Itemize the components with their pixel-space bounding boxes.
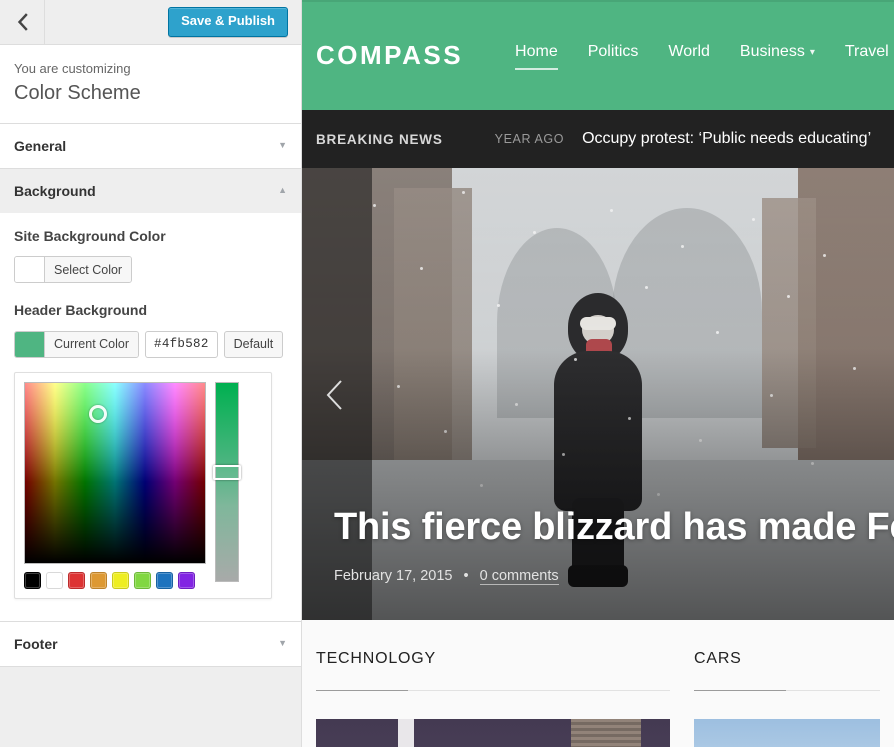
hero-content: This fierce blizzard has made February s… — [334, 503, 894, 585]
breaking-news-headline[interactable]: Occupy protest: ‘Public needs educating’ — [582, 130, 871, 148]
hero-slider: This fierce blizzard has made February s… — [302, 168, 894, 620]
section-cars-title[interactable]: CARS — [694, 650, 880, 690]
palette-swatch-purple[interactable] — [178, 571, 195, 589]
chevron-up-icon: ▲ — [278, 185, 287, 195]
breaking-news-label: BREAKING NEWS — [316, 131, 443, 147]
chevron-down-icon: ▼ — [278, 140, 287, 150]
section-general-title: General — [14, 137, 67, 154]
site-logo[interactable]: COMPASS — [316, 40, 463, 71]
section-general: General ▼ — [0, 123, 301, 169]
control-header-background: Header Background Current Color #4fb582 … — [14, 301, 287, 599]
breaking-news-bar: BREAKING NEWS YEAR AGO Occupy protest: ‘… — [302, 110, 894, 168]
current-color-label: Current Color — [45, 331, 139, 357]
nav-item-politics-label: Politics — [587, 43, 639, 60]
save-and-publish-button[interactable]: Save & Publish — [168, 7, 288, 37]
breaking-news-time-left: YEAR AGO — [494, 132, 565, 146]
customizing-label: You are customizing — [14, 61, 131, 76]
section-general-header[interactable]: General ▼ — [0, 124, 301, 168]
select-color-label: Select Color — [45, 257, 132, 283]
hero-headline[interactable]: This fierce blizzard has made February s… — [334, 503, 894, 552]
customizer-topbar: Save & Publish — [0, 0, 301, 45]
section-technology-thumbnail[interactable] — [316, 719, 670, 747]
saturation-value-handle[interactable] — [88, 405, 107, 424]
nav-item-business[interactable]: Business ▾ — [740, 43, 815, 67]
color-picker-right — [213, 381, 241, 589]
section-cars-rule — [694, 690, 880, 691]
hero-prev-button[interactable] — [324, 378, 346, 417]
palette-swatch-red[interactable] — [68, 571, 85, 589]
site-background-color-group: Select Color — [14, 256, 287, 284]
sidebar-filler — [0, 666, 301, 747]
section-footer: Footer ▼ — [0, 621, 301, 667]
thumbnail-window-detail — [398, 719, 414, 747]
palette-swatch-white[interactable] — [46, 571, 63, 589]
nav-item-home-label: Home — [515, 43, 558, 60]
customizer-sidebar: Save & Publish You are customizing Color… — [0, 0, 302, 747]
section-cars: CARS — [694, 650, 880, 747]
section-footer-header[interactable]: Footer ▼ — [0, 622, 301, 666]
site-navigation: Home Politics World Business ▾ Travel — [515, 43, 889, 70]
section-cars-thumbnail[interactable] — [694, 719, 880, 747]
nav-item-business-label: Business — [739, 43, 805, 60]
back-button[interactable] — [0, 0, 45, 44]
header-background-swatch — [15, 331, 45, 357]
hex-color-input[interactable]: #4fb582 — [145, 330, 218, 358]
thumbnail-building-detail — [571, 719, 641, 747]
chevron-left-icon — [16, 13, 29, 31]
customizer-app: Save & Publish You are customizing Color… — [0, 0, 894, 747]
hero-meta-separator: • — [463, 568, 469, 584]
palette-swatch-orange[interactable] — [90, 571, 107, 589]
hero-comments-link[interactable]: 0 comments — [479, 568, 559, 585]
nav-item-world[interactable]: World — [668, 43, 710, 67]
section-footer-title: Footer — [14, 635, 58, 652]
chevron-left-icon — [324, 380, 346, 416]
section-background-header[interactable]: Background ▲ — [0, 169, 301, 213]
saturation-slider[interactable] — [213, 381, 241, 582]
customizing-info: You are customizing Color Scheme — [0, 45, 301, 124]
site-background-color-label: Site Background Color — [14, 227, 166, 244]
section-background: Background ▲ Site Background Color Selec… — [0, 168, 301, 622]
color-picker-left — [24, 381, 206, 589]
nav-item-politics[interactable]: Politics — [588, 43, 639, 67]
chevron-down-icon: ▾ — [809, 46, 815, 58]
hero-date: February 17, 2015 — [334, 568, 453, 584]
hero-meta: February 17, 2015 • 0 comments — [334, 568, 894, 585]
site-background-swatch — [15, 257, 45, 283]
nav-item-home[interactable]: Home — [515, 43, 558, 70]
saturation-value-square[interactable] — [24, 381, 206, 564]
palette-swatch-black[interactable] — [24, 571, 41, 589]
select-color-button[interactable]: Select Color — [14, 256, 133, 284]
section-background-title: Background — [14, 182, 96, 199]
nav-item-travel[interactable]: Travel — [845, 43, 889, 67]
control-site-background-color: Site Background Color Select Color — [14, 227, 287, 284]
section-technology-rule — [316, 690, 670, 691]
nav-item-travel-label: Travel — [844, 43, 889, 60]
header-background-label: Header Background — [14, 302, 148, 319]
header-background-color-group: Current Color #4fb582 Default — [14, 330, 287, 358]
panel-title: Color Scheme — [14, 81, 141, 104]
category-sections: TECHNOLOGY CARS — [302, 620, 894, 747]
chevron-down-icon: ▼ — [278, 638, 287, 649]
site-header: COMPASS Home Politics World Business ▾ T… — [302, 0, 894, 110]
palette-swatch-yellow[interactable] — [112, 571, 129, 589]
nav-item-world-label: World — [668, 43, 710, 60]
current-color-button[interactable]: Current Color — [14, 330, 140, 358]
section-technology: TECHNOLOGY — [316, 650, 670, 747]
color-picker-panel — [14, 371, 272, 599]
palette-swatch-blue[interactable] — [156, 571, 173, 589]
section-technology-title[interactable]: TECHNOLOGY — [316, 650, 670, 690]
palette-swatches — [24, 571, 206, 589]
default-color-button[interactable]: Default — [223, 330, 284, 358]
palette-swatch-green[interactable] — [134, 571, 151, 589]
saturation-slider-handle[interactable] — [213, 464, 241, 480]
section-background-body: Site Background Color Select Color Heade… — [0, 212, 301, 621]
site-preview: COMPASS Home Politics World Business ▾ T… — [302, 0, 894, 747]
